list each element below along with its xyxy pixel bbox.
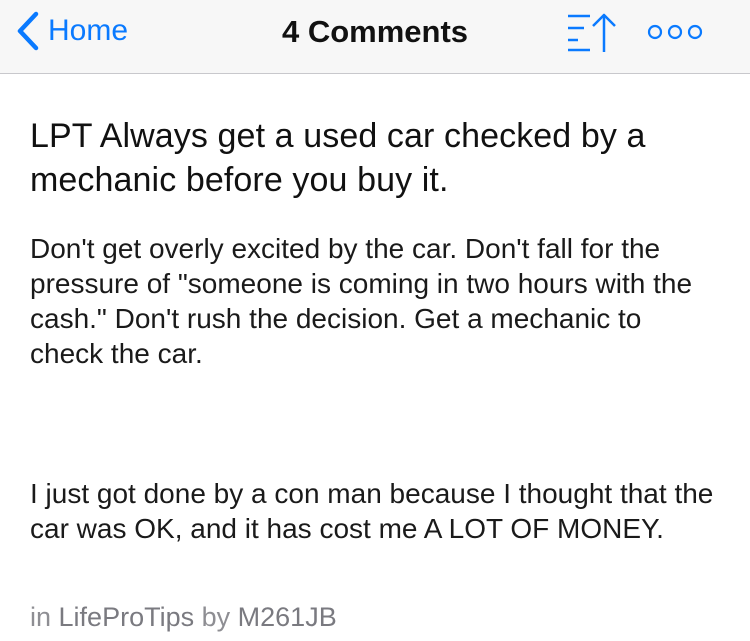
back-button-label: Home [48, 14, 129, 47]
post-paragraph: Don't get overly excited by the car. Don… [30, 233, 693, 369]
post-meta: in LifeProTips by M261JB [30, 600, 337, 634]
back-button[interactable]: Home [14, 8, 128, 54]
navigation-bar: Home 4 Comments [0, 0, 750, 74]
subreddit-link[interactable]: LifeProTips [59, 602, 195, 632]
more-dots-icon[interactable] [646, 18, 704, 46]
post-title: LPT Always get a used car checked by a m… [30, 117, 646, 199]
chevron-left-icon [17, 11, 39, 51]
sort-up-icon[interactable] [560, 10, 630, 54]
post-paragraph: I just got done by a con man because I t… [30, 478, 714, 544]
author-link[interactable]: M261JB [238, 602, 337, 632]
meta-in-label: in [30, 602, 52, 632]
meta-by-label: by [201, 602, 231, 632]
post-body: Don't get overly excited by the car. Don… [30, 231, 720, 546]
